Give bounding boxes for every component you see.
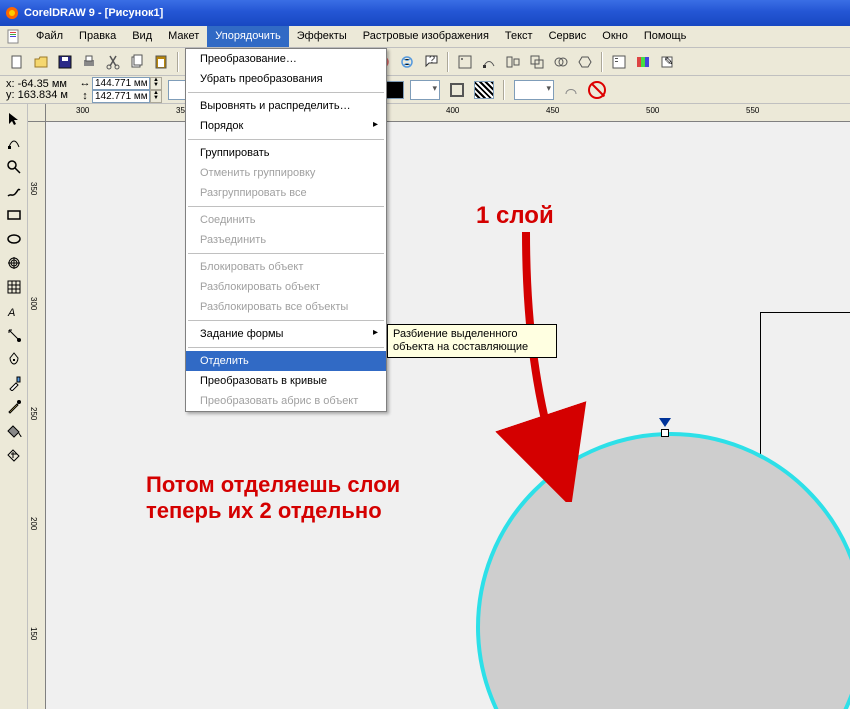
save-button[interactable] [54,51,76,73]
fill-color-swatch[interactable] [384,81,404,99]
coord-readout: x: -64.35 мм y: 163.834 м [6,79,68,101]
group-button[interactable] [526,51,548,73]
coord-y: y: 163.834 м [6,90,68,101]
menu-arrange[interactable]: Упорядочить [207,26,288,47]
shape-tool[interactable] [2,132,26,154]
menu-item: Разблокировать все объекты [186,297,386,317]
what-is-button[interactable]: ? [420,51,442,73]
menu-item[interactable]: Группировать [186,143,386,163]
menu-layout[interactable]: Макет [160,26,207,47]
arrange-dropdown-menu: Преобразование…Убрать преобразования Выро… [185,48,387,412]
menu-help[interactable]: Помощь [636,26,695,47]
node-marker[interactable] [659,418,671,437]
arrow-start-combo[interactable] [514,80,554,100]
app-icon [4,5,20,21]
property-bar: x: -64.35 мм y: 163.834 м ↔ ▲▼ ↕ ▲▼ [0,76,850,104]
menu-file[interactable]: Файл [28,26,71,47]
width-arrow-icon: ↔ [78,77,92,89]
freehand-tool[interactable] [2,180,26,202]
menu-text[interactable]: Текст [497,26,541,47]
spin-up[interactable]: ▲▼ [150,90,162,103]
menu-item: Разъединить [186,230,386,250]
paste-button[interactable] [150,51,172,73]
horizontal-ruler[interactable]: 300350400450500550 [46,104,850,122]
interactive-fill-tool[interactable] [2,324,26,346]
menu-item[interactable]: Преобразовать в кривые [186,371,386,391]
menu-item: Разблокировать объект [186,277,386,297]
interactive-transparency-tool[interactable] [2,348,26,370]
standard-toolbar: 100% ? ✎ [0,48,850,76]
snap-button[interactable] [454,51,476,73]
graph-paper-tool[interactable] [2,276,26,298]
title-bar: CorelDRAW 9 - [Рисунок1] [0,0,850,26]
node-edit-button[interactable] [478,51,500,73]
convert-curve-button[interactable] [560,79,582,101]
menu-item[interactable]: Задание формы [186,324,386,344]
outline-color-swatch[interactable] [474,81,494,99]
menu-bar: Файл Правка Вид Макет Упорядочить Эффект… [0,26,850,48]
menu-bitmaps[interactable]: Растровые изображения [355,26,497,47]
outline-width-combo[interactable] [410,80,440,100]
menu-item: Разгруппировать все [186,183,386,203]
spin-up[interactable]: ▲▼ [150,77,162,90]
copy-button[interactable] [126,51,148,73]
ruler-origin[interactable] [28,104,46,122]
toolbox: A [0,104,28,709]
color-mgmt-button[interactable] [632,51,654,73]
outline-color-button[interactable] [446,79,468,101]
polygon-tool[interactable] [2,252,26,274]
svg-text:✎: ✎ [664,56,673,68]
menu-item[interactable]: Порядок [186,116,386,136]
menu-item[interactable]: Отделить [186,351,386,371]
eyedropper-tool[interactable] [2,372,26,394]
menu-item[interactable]: Убрать преобразования [186,69,386,89]
vertical-ruler[interactable]: 350300250200150 [28,122,46,709]
fill-tool[interactable] [2,420,26,442]
height-field[interactable] [92,90,150,103]
svg-text:?: ? [429,54,435,66]
options-button[interactable] [608,51,630,73]
coord-x: x: -64.35 мм [6,79,68,90]
menu-view[interactable]: Вид [124,26,160,47]
menu-item: Блокировать объект [186,257,386,277]
menu-edit[interactable]: Правка [71,26,124,47]
zoom-tool[interactable] [2,156,26,178]
outline-tool[interactable] [2,396,26,418]
svg-text:A: A [7,307,15,319]
status-hint-tooltip: Разбиение выделенного объекта на составл… [387,324,557,358]
ellipse-tool[interactable] [2,228,26,250]
scripts-button[interactable]: ✎ [656,51,678,73]
menu-item[interactable]: Выровнять и распределить… [186,96,386,116]
weld-button[interactable] [550,51,572,73]
new-button[interactable] [6,51,28,73]
interactive-mesh-tool[interactable] [2,444,26,466]
workspace: A 300350400450500550 350300250200150 1 с… [0,104,850,709]
print-button[interactable] [78,51,100,73]
no-fill-icon[interactable] [588,81,606,99]
doc-icon [6,29,22,45]
annotation-arrow-icon [466,222,626,502]
canvas[interactable]: 300350400450500550 350300250200150 1 сло… [28,104,850,709]
trim-button[interactable] [574,51,596,73]
menu-item: Отменить группировку [186,163,386,183]
corel-online-button[interactable] [396,51,418,73]
open-button[interactable] [30,51,52,73]
width-field[interactable] [92,77,150,90]
height-arrow-icon: ↕ [78,90,92,102]
menu-item[interactable]: Преобразование… [186,49,386,69]
cut-button[interactable] [102,51,124,73]
menu-window[interactable]: Окно [594,26,636,47]
rectangle-tool[interactable] [2,204,26,226]
align-button[interactable] [502,51,524,73]
annotation-body-text: Потом отделяешь слоитеперь их 2 отдельно [146,472,400,525]
menu-item: Соединить [186,210,386,230]
pick-tool[interactable] [2,108,26,130]
window-title: CorelDRAW 9 - [Рисунок1] [24,7,163,19]
text-tool[interactable]: A [2,300,26,322]
menu-tools[interactable]: Сервис [541,26,595,47]
menu-item: Преобразовать абрис в объект [186,391,386,411]
menu-effects[interactable]: Эффекты [289,26,355,47]
